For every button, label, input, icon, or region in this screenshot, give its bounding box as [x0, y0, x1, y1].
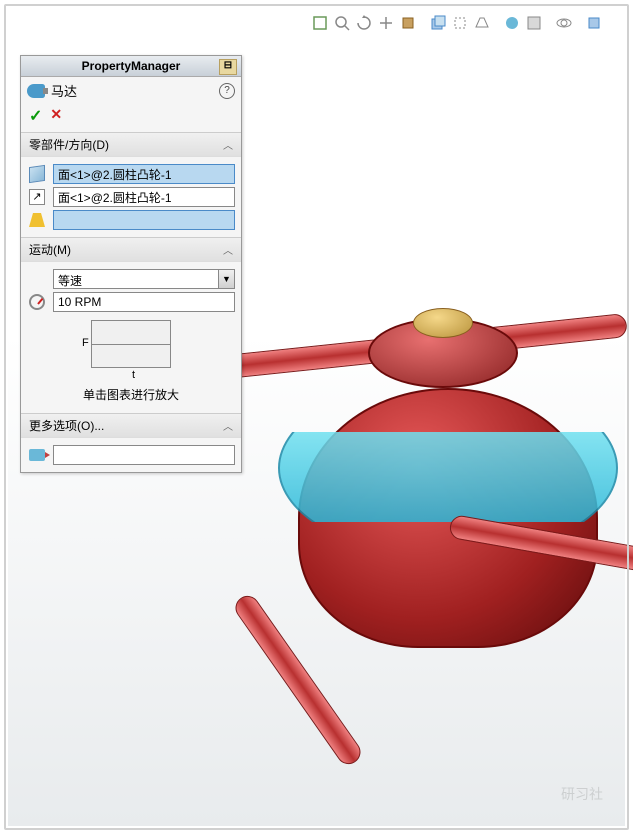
panel-header: PropertyManager ⊟	[21, 56, 241, 77]
section-icon[interactable]	[399, 14, 417, 32]
hidden-lines-icon[interactable]	[451, 14, 469, 32]
feature-name: 马达	[51, 81, 213, 100]
pin-button[interactable]: ⊟	[219, 59, 237, 75]
ok-button[interactable]: ✓	[29, 106, 42, 126]
pan-icon[interactable]	[377, 14, 395, 32]
help-icon[interactable]: ?	[219, 83, 235, 99]
feature-title-row: 马达 ?	[21, 77, 241, 104]
section-direction-header[interactable]: 零部件/方向(D) ︿	[21, 133, 241, 157]
face-icon	[27, 164, 47, 184]
speed-gauge-icon	[27, 292, 47, 312]
chevron-up-icon: ︿	[223, 242, 233, 257]
watermark: 研习社	[561, 784, 603, 804]
section-direction: 零部件/方向(D) ︿ ↗	[21, 132, 241, 237]
scene-icon[interactable]	[525, 14, 543, 32]
section-options-header[interactable]: 更多选项(O)... ︿	[21, 414, 241, 438]
appearance-icon[interactable]	[503, 14, 521, 32]
section-motion-header[interactable]: 运动(M) ︿	[21, 238, 241, 262]
property-manager-panel: PropertyManager ⊟ 马达 ? ✓ ✕ 零部件/方向(D) ︿ ↗	[20, 55, 242, 473]
face-selection-input[interactable]	[53, 164, 235, 184]
chevron-up-icon: ︿	[223, 137, 233, 152]
zoom-fit-icon[interactable]	[311, 14, 329, 32]
panel-title: PropertyManager	[82, 59, 181, 73]
section-direction-label: 零部件/方向(D)	[29, 136, 109, 153]
motion-type-select[interactable]: 等速	[53, 269, 219, 289]
chevron-up-icon: ︿	[223, 418, 233, 433]
display-style-icon[interactable]	[429, 14, 447, 32]
hide-show-icon[interactable]	[585, 14, 603, 32]
model-3d[interactable]	[248, 288, 615, 816]
section-motion: 运动(M) ︿ 等速 ▼ F t 单击图表进行放大	[21, 237, 241, 413]
section-options: 更多选项(O)... ︿	[21, 413, 241, 472]
motor-icon	[27, 84, 45, 98]
graph-x-label: t	[132, 369, 135, 381]
load-component-icon	[27, 445, 47, 465]
view-toolbar	[311, 14, 603, 32]
confirm-row: ✓ ✕	[21, 104, 241, 132]
section-options-label: 更多选项(O)...	[29, 417, 104, 434]
section-motion-label: 运动(M)	[29, 241, 71, 258]
origin-icon	[27, 210, 47, 230]
rotate-icon[interactable]	[355, 14, 373, 32]
cancel-button[interactable]: ✕	[50, 106, 62, 126]
view-settings-icon[interactable]	[555, 14, 573, 32]
dropdown-arrow-icon[interactable]: ▼	[219, 269, 235, 289]
perspective-icon[interactable]	[473, 14, 491, 32]
speed-input[interactable]	[53, 292, 235, 312]
origin-selection-input[interactable]	[53, 210, 235, 230]
motion-graph[interactable]: F t	[91, 320, 171, 368]
direction-arrow-icon[interactable]: ↗	[27, 187, 47, 207]
zoom-area-icon[interactable]	[333, 14, 351, 32]
graph-y-label: F	[82, 337, 89, 349]
direction-selection-input[interactable]	[53, 187, 235, 207]
options-input[interactable]	[53, 445, 235, 465]
